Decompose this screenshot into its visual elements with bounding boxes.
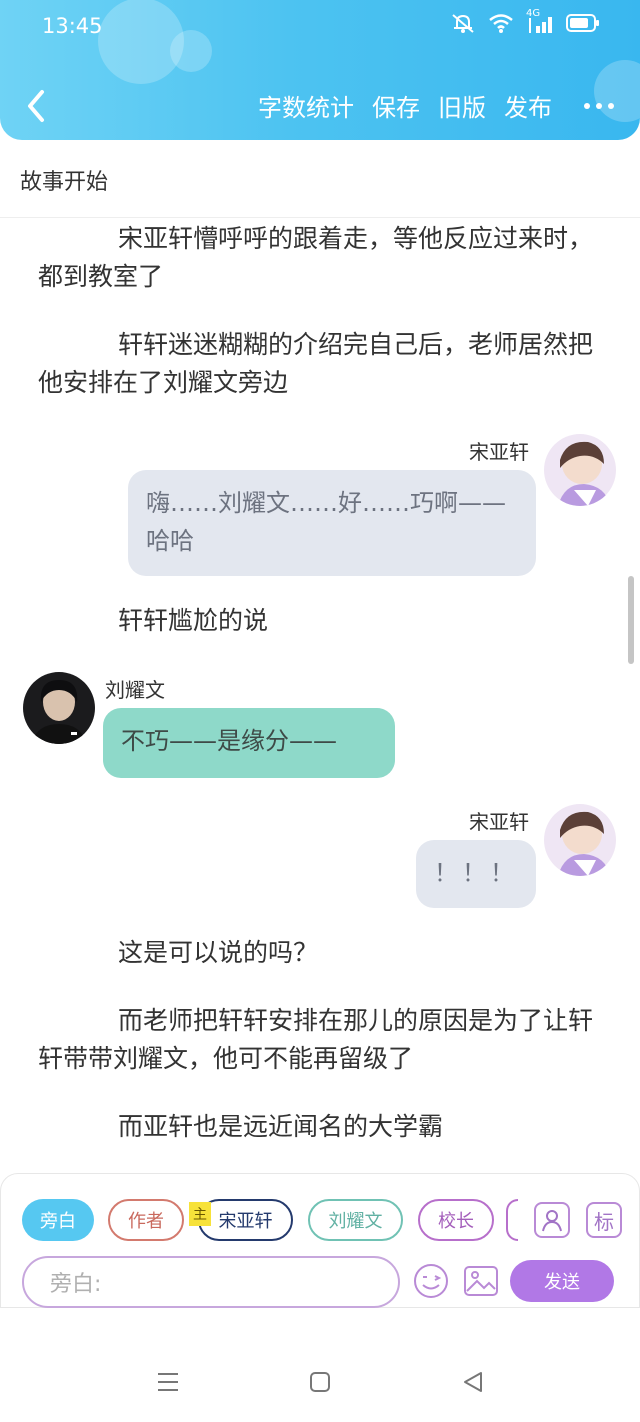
app-header: 13:45 4G 字数统计 保存 旧版 发布 bbox=[0, 0, 640, 140]
mute-bell-icon bbox=[452, 14, 474, 33]
old-version-button[interactable]: 旧版 bbox=[438, 88, 486, 123]
role-chip-partial[interactable] bbox=[506, 1199, 518, 1241]
wifi-icon bbox=[489, 14, 513, 33]
story-paragraph: 宋亚轩懵呼呼的跟着走，等他反应过来时，都到教室了 bbox=[38, 224, 594, 291]
battery-icon bbox=[566, 14, 599, 32]
avatar-song-yaxuan[interactable] bbox=[544, 804, 616, 876]
chat-bubble: 嗨……刘耀文……好……巧啊——哈哈 bbox=[128, 470, 536, 576]
main-character-tag: 主 bbox=[189, 1202, 211, 1226]
publish-button[interactable]: 发布 bbox=[504, 88, 552, 123]
story-paragraph: 而亚轩也是远近闻名的大学霸 bbox=[118, 1112, 444, 1141]
word-count-button[interactable]: 字数统计 bbox=[258, 88, 354, 123]
signal-icon: 4G bbox=[526, 8, 554, 34]
scrollbar[interactable] bbox=[628, 576, 634, 664]
story-content[interactable]: 宋亚轩懵呼呼的跟着走，等他反应过来时，都到教室了 轩轩迷迷糊糊的介绍完自己后，老… bbox=[0, 218, 640, 1173]
story-paragraph: 轩轩尴尬的说 bbox=[118, 606, 269, 635]
message-input[interactable]: 旁白: bbox=[22, 1256, 400, 1308]
chat-bubble: 不巧——是缘分—— bbox=[103, 708, 395, 778]
home-icon[interactable] bbox=[309, 1370, 331, 1394]
story-paragraph: 轩轩迷迷糊糊的介绍完自己后，老师居然把他安排在了刘耀文旁边 bbox=[38, 330, 594, 397]
send-button[interactable]: 发送 bbox=[510, 1260, 614, 1302]
story-paragraph: 这是可以说的吗？ bbox=[118, 938, 319, 967]
avatar-liu-yaowen[interactable] bbox=[23, 672, 95, 744]
more-options-icon[interactable] bbox=[584, 102, 614, 109]
role-chip-narration[interactable]: 旁白 bbox=[22, 1199, 94, 1241]
person-icon bbox=[542, 1210, 562, 1232]
emoji-icon[interactable] bbox=[412, 1262, 450, 1300]
chat-bubble: ！！！ bbox=[416, 840, 536, 908]
role-chip-song-yaxuan[interactable]: 宋亚轩 bbox=[198, 1199, 293, 1241]
back-arrow-icon[interactable] bbox=[22, 88, 52, 124]
editor-toolbar: 字数统计 保存 旧版 发布 bbox=[258, 88, 614, 123]
speaker-name: 宋亚轩 bbox=[469, 810, 529, 834]
system-navbar bbox=[0, 1308, 640, 1422]
decor-bubble bbox=[170, 30, 212, 72]
role-chip-liu-yaowen[interactable]: 刘耀文 bbox=[308, 1199, 403, 1241]
speaker-name: 宋亚轩 bbox=[469, 440, 529, 464]
menu-icon[interactable] bbox=[156, 1370, 180, 1394]
role-chip-principal[interactable]: 校长 bbox=[418, 1199, 494, 1241]
character-manage-button[interactable] bbox=[534, 1202, 570, 1238]
status-time: 13:45 bbox=[42, 14, 103, 38]
status-icons: 4G bbox=[450, 8, 600, 34]
image-icon[interactable] bbox=[462, 1262, 500, 1300]
avatar-song-yaxuan[interactable] bbox=[544, 434, 616, 506]
role-chip-author[interactable]: 作者 bbox=[108, 1199, 184, 1241]
tag-button[interactable]: 标 bbox=[586, 1202, 622, 1238]
back-triangle-icon[interactable] bbox=[461, 1370, 485, 1394]
speaker-name: 刘耀文 bbox=[105, 678, 165, 702]
save-button[interactable]: 保存 bbox=[372, 88, 420, 123]
story-paragraph: 而老师把轩轩安排在那儿的原因是为了让轩轩带带刘耀文，他可不能再留级了 bbox=[38, 1006, 594, 1073]
chapter-title[interactable]: 故事开始 bbox=[20, 164, 108, 196]
